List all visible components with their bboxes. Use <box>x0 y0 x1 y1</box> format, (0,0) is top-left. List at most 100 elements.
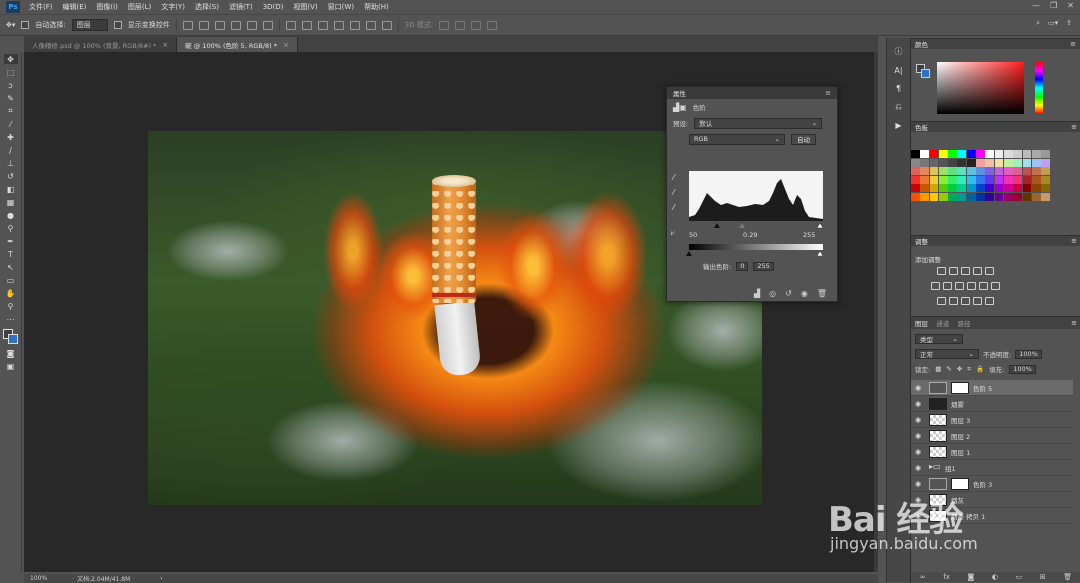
swatch-chip[interactable] <box>1041 192 1050 201</box>
swatch-chip[interactable] <box>948 175 957 184</box>
swatch-chip[interactable] <box>994 192 1004 201</box>
eye-icon[interactable]: ◉ <box>915 496 925 504</box>
trash-icon[interactable]: 🗑 <box>817 289 827 298</box>
swatch-chip[interactable] <box>920 167 930 175</box>
swatch-chip[interactable] <box>985 158 995 167</box>
properties-tab[interactable]: 属性 <box>673 88 686 98</box>
swatch-chip[interactable] <box>994 167 1004 175</box>
dodge-tool-icon[interactable]: ⚲ <box>4 223 18 233</box>
tab-layers[interactable]: 图层 <box>915 320 928 328</box>
align-top-icon[interactable] <box>182 20 193 30</box>
background-color[interactable] <box>7 334 18 344</box>
align-middle-icon[interactable] <box>198 20 209 30</box>
vertical-scrollbar[interactable] <box>874 52 878 572</box>
distribute-right-icon[interactable] <box>365 20 376 30</box>
threshold-icon[interactable] <box>961 297 970 305</box>
swatch-chip[interactable] <box>911 167 920 175</box>
distribute-left-icon[interactable] <box>333 20 344 30</box>
auto-align-icon[interactable] <box>381 20 392 30</box>
eye-icon[interactable]: ◉ <box>915 400 925 408</box>
eye-icon[interactable]: ◉ <box>915 464 925 472</box>
gradient-map-icon[interactable] <box>973 297 982 305</box>
fill-field[interactable]: 100% <box>1009 364 1036 374</box>
swatch-chip[interactable] <box>966 150 976 158</box>
vibrance-icon[interactable] <box>985 267 994 275</box>
output-black-field[interactable]: 0 <box>736 261 749 271</box>
swatch-chip[interactable] <box>938 167 948 175</box>
lock-artboard-icon[interactable]: ⌗ <box>967 365 971 374</box>
white-point-eyedropper-icon[interactable]: ⁄ <box>673 203 674 212</box>
lock-pixels-icon[interactable]: ▦ <box>935 365 941 373</box>
swatch-chip[interactable] <box>1003 158 1013 167</box>
menu-help[interactable]: 帮助(H) <box>359 2 394 12</box>
output-sliders[interactable] <box>686 250 826 256</box>
gray-point-eyedropper-icon[interactable]: ⁄ <box>673 188 674 197</box>
swatch-chip[interactable] <box>1022 175 1032 184</box>
type-tool-icon[interactable]: T <box>4 249 18 259</box>
levels-icon[interactable] <box>949 267 958 275</box>
swatch-chip[interactable] <box>948 150 957 158</box>
swatch-chip[interactable] <box>1031 150 1041 158</box>
link-icon[interactable]: ∞ <box>920 573 926 581</box>
swatch-chip[interactable] <box>976 175 985 184</box>
layer-row[interactable]: ◉ 色阶 3 <box>911 476 1073 492</box>
auto-select-checkbox[interactable] <box>21 21 30 29</box>
swatch-chip[interactable] <box>1031 158 1041 167</box>
menu-file[interactable]: 文件(F) <box>24 2 58 12</box>
swatch-chip[interactable] <box>938 184 948 192</box>
layer-row[interactable]: ◉ 色阶 5 <box>911 380 1073 396</box>
preset-dropdown[interactable]: 默认 ⌄ <box>694 117 823 129</box>
distribute-top-icon[interactable] <box>285 20 296 30</box>
distribute-bottom-icon[interactable] <box>317 20 328 30</box>
swatch-chip[interactable] <box>1031 175 1041 184</box>
swatch-chip[interactable] <box>920 184 930 192</box>
trash-icon[interactable]: 🗑 <box>1063 573 1072 581</box>
auto-button[interactable]: 自动 <box>791 133 816 145</box>
swatch-chip[interactable] <box>985 192 995 201</box>
color-lookup-icon[interactable] <box>991 282 1000 290</box>
swatch-chip[interactable] <box>966 184 976 192</box>
swatch-chip[interactable] <box>911 175 920 184</box>
opacity-field[interactable]: 100% <box>1015 349 1042 359</box>
swatch-chip[interactable] <box>1022 158 1032 167</box>
channel-dropdown[interactable]: RGB ⌄ <box>689 133 785 145</box>
swatch-chip[interactable] <box>929 158 939 167</box>
swatch-chip[interactable] <box>911 192 920 201</box>
swatch-chip[interactable] <box>911 158 920 167</box>
hand-tool-icon[interactable]: ✋ <box>4 288 18 298</box>
menu-edit[interactable]: 编辑(E) <box>58 2 92 12</box>
tab-portrait-doc[interactable]: 人像精修.psd @ 100% (背景, RGB/8#) * × <box>24 37 178 52</box>
swatch-chip[interactable] <box>911 150 920 158</box>
eyedropper-tool-icon[interactable]: ⁄ <box>4 119 18 129</box>
reset-icon[interactable]: ↺ <box>785 289 792 298</box>
exposure-icon[interactable] <box>973 267 982 275</box>
swatch-chip[interactable] <box>920 192 930 201</box>
swatch-chip[interactable] <box>948 192 957 201</box>
swatch-chip[interactable] <box>1022 184 1032 192</box>
swatch-chip[interactable] <box>1041 184 1050 192</box>
menu-filter[interactable]: 滤镜(T) <box>224 2 258 12</box>
color-field[interactable] <box>937 62 1024 114</box>
more-tools-icon[interactable]: ⋯ <box>4 314 18 324</box>
swatch-chip[interactable] <box>976 158 985 167</box>
align-center-icon[interactable] <box>246 20 257 30</box>
layer-row[interactable]: ◉ 图层 1 <box>911 444 1073 460</box>
history-brush-icon[interactable]: ↺ <box>4 171 18 181</box>
swatch-chip[interactable] <box>976 167 985 175</box>
swatch-chip[interactable] <box>966 167 976 175</box>
menu-layer[interactable]: 图层(L) <box>123 2 156 12</box>
black-white-icon[interactable] <box>955 282 964 290</box>
align-bottom-icon[interactable] <box>214 20 225 30</box>
lock-all-icon[interactable]: 🔒 <box>976 365 984 373</box>
swatch-chip[interactable] <box>1031 192 1041 201</box>
swatch-chip[interactable] <box>1013 175 1023 184</box>
distribute-center-icon[interactable] <box>349 20 360 30</box>
swatch-chip[interactable] <box>966 192 976 201</box>
tab-swatches[interactable]: 色板 <box>915 122 928 132</box>
eye-icon[interactable]: ◉ <box>915 416 925 424</box>
invert-icon[interactable] <box>937 297 946 305</box>
visibility-icon[interactable]: ◉ <box>801 289 808 298</box>
3d-slide-icon[interactable] <box>487 20 498 30</box>
paragraph-icon[interactable]: ¶ <box>896 84 901 93</box>
menu-3d[interactable]: 3D(D) <box>258 3 289 11</box>
